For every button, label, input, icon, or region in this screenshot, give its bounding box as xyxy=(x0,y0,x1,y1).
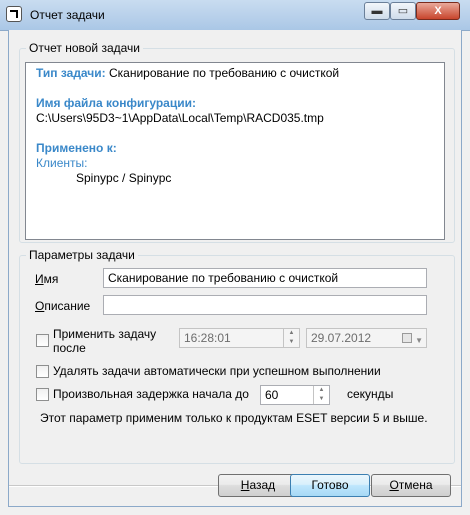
time-value: 16:28:01 xyxy=(184,331,231,345)
apply-after-label: Применить задачу после xyxy=(53,327,157,355)
random-delay-field[interactable]: 60 ▲ ▼ xyxy=(260,385,330,405)
random-delay-label: Произвольная задержка начала до xyxy=(53,387,249,401)
report-group-legend: Отчет новой задачи xyxy=(29,41,140,55)
date-value: 29.07.2012 xyxy=(311,331,372,345)
random-delay-checkbox[interactable] xyxy=(36,388,49,401)
task-type-label: Тип задачи: xyxy=(36,66,106,80)
config-path: C:\Users\95D3~1\AppData\Local\Temp\RACD0… xyxy=(36,111,324,125)
report-text-box[interactable]: Тип задачи: Сканирование по требованию с… xyxy=(25,62,445,240)
app-icon xyxy=(6,6,22,22)
description-field[interactable] xyxy=(103,295,427,315)
client-entry: Spinypc / Spinypc xyxy=(76,171,172,185)
name-label: Имя xyxy=(35,272,59,286)
description-label: Описание xyxy=(35,299,91,313)
eset-version-note: Этот параметр применим только к продукта… xyxy=(40,411,428,425)
calendar-icon[interactable] xyxy=(402,333,412,343)
minimize-button[interactable]: ▬ xyxy=(364,2,390,20)
window-title: Отчет задачи xyxy=(30,8,105,22)
dialog-body: Отчет новой задачи Тип задачи: Сканирова… xyxy=(8,30,462,507)
back-button[interactable]: Назад xyxy=(218,474,298,497)
date-field[interactable]: 29.07.2012 ▼ xyxy=(306,328,427,348)
delete-auto-checkbox[interactable] xyxy=(36,365,49,378)
chevron-down-icon[interactable]: ▼ xyxy=(415,332,423,350)
delete-auto-label: Удалять задачи автоматически при успешно… xyxy=(53,364,381,378)
title-bar: Отчет задачи ▬ ▭ X xyxy=(0,0,470,31)
clients-label: Клиенты: xyxy=(36,156,88,170)
random-delay-spinner[interactable]: ▲ ▼ xyxy=(313,386,329,404)
applied-to-label: Применено к: xyxy=(36,141,117,155)
time-spinner[interactable]: ▲ ▼ xyxy=(283,329,299,347)
cancel-button[interactable]: Отмена xyxy=(371,474,451,497)
random-delay-unit: секунды xyxy=(347,387,394,401)
config-label: Имя файла конфигурации: xyxy=(36,96,196,110)
task-type-value: Сканирование по требованию с очисткой xyxy=(109,66,340,80)
apply-after-checkbox[interactable] xyxy=(36,334,49,347)
maximize-button[interactable]: ▭ xyxy=(390,2,416,20)
close-button[interactable]: X xyxy=(416,2,460,20)
time-field[interactable]: 16:28:01 ▲ ▼ xyxy=(179,328,300,348)
finish-button[interactable]: Готово xyxy=(290,474,370,497)
random-delay-value: 60 xyxy=(265,388,279,402)
name-field[interactable]: Сканирование по требованию с очисткой xyxy=(103,268,427,288)
params-group-legend: Параметры задачи xyxy=(29,248,135,262)
